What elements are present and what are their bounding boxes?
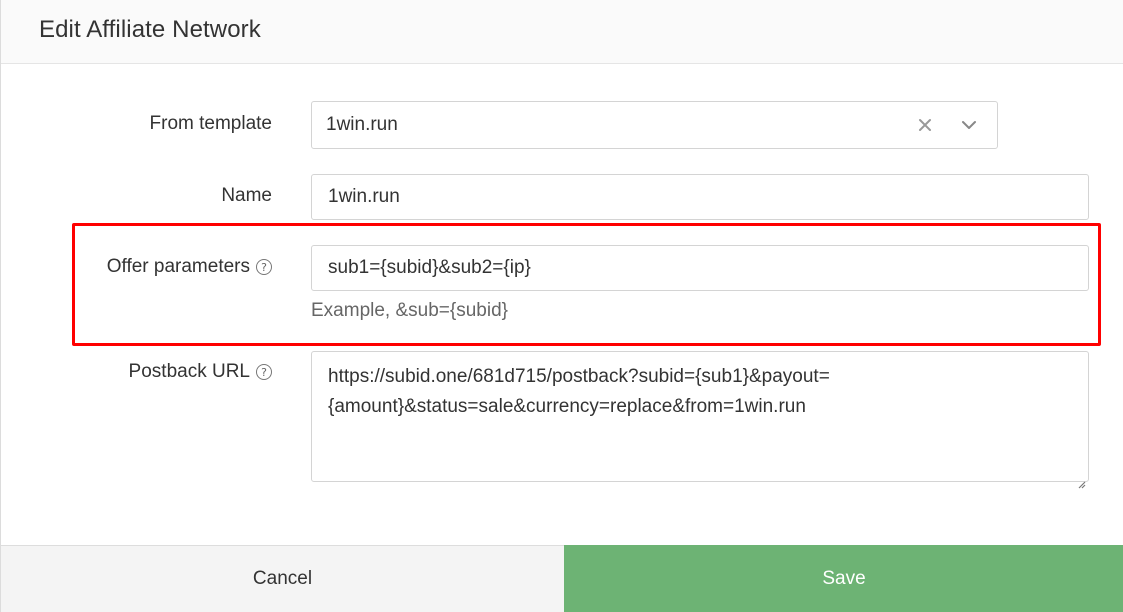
- template-select-value: 1win.run: [326, 114, 398, 135]
- postback-url-textarea[interactable]: https://subid.one/681d715/postback?subid…: [311, 351, 1089, 489]
- help-circle-icon[interactable]: ?: [256, 364, 272, 380]
- offer-parameters-field[interactable]: sub1={subid}&sub2={ip}: [311, 245, 1089, 291]
- edit-affiliate-network-dialog: Edit Affiliate Network From template 1wi…: [0, 0, 1123, 612]
- postback-url-line-1: https://subid.one/681d715/postback?subid…: [328, 366, 830, 387]
- dialog-title: Edit Affiliate Network: [39, 16, 261, 43]
- resize-handle-icon[interactable]: [1076, 469, 1086, 489]
- close-icon[interactable]: [913, 113, 937, 137]
- template-label: From template: [150, 113, 272, 135]
- offer-parameters-value: sub1={subid}&sub2={ip}: [328, 257, 531, 278]
- offer-parameters-hint: Example, &sub={subid}: [311, 300, 508, 321]
- name-label-text: Name: [221, 185, 272, 206]
- offer-parameters-label-text: Offer parameters: [106, 256, 250, 277]
- save-button[interactable]: Save: [564, 545, 1123, 612]
- cancel-button[interactable]: Cancel: [1, 545, 564, 612]
- postback-url-label-text: Postback URL: [128, 361, 250, 382]
- dialog-header: Edit Affiliate Network: [1, 0, 1123, 64]
- dialog-footer: Cancel Save: [1, 545, 1123, 612]
- offer-parameters-label: Offer parameters ?: [107, 256, 272, 278]
- chevron-down-icon[interactable]: [957, 113, 981, 137]
- template-label-text: From template: [149, 113, 272, 134]
- postback-url-label: Postback URL ?: [129, 361, 272, 383]
- name-label: Name: [221, 185, 272, 207]
- name-field[interactable]: 1win.run: [311, 174, 1089, 220]
- postback-url-line-2: {amount}&status=sale&currency=replace&fr…: [328, 396, 806, 417]
- help-circle-icon[interactable]: ?: [256, 259, 272, 275]
- template-select[interactable]: 1win.run: [311, 101, 998, 149]
- name-field-value: 1win.run: [328, 186, 400, 207]
